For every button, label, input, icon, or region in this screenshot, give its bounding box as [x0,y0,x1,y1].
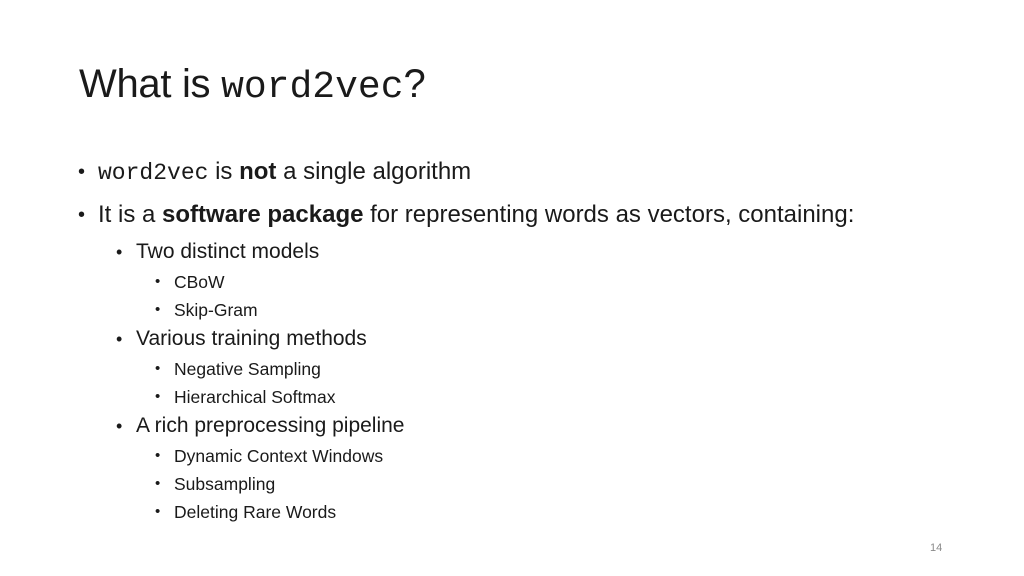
bullet-icon: • [155,447,161,464]
bullet-text: Various training methods [136,327,367,350]
bullet-text: Deleting Rare Words [174,502,337,522]
sub-sub-bullet-item: • Skip-Gram [78,295,854,323]
bullet-icon: • [155,360,161,377]
bullet-icon: • [78,161,86,183]
title-prefix: What is [79,62,222,106]
bullet-list: • word2vec is not a single algorithm • It … [78,150,854,525]
bullet-text: Negative Sampling [174,359,321,379]
bullet-text: It is a [98,201,163,228]
bullet-item: • It is a software package for representi… [78,193,854,236]
bullet-item: • word2vec is not a single algorithm [78,150,854,193]
sub-sub-bullet-item: • Dynamic Context Windows [78,441,854,469]
bullet-text: Dynamic Context Windows [174,446,384,466]
bullet-icon: • [155,503,161,520]
bullet-icon: • [155,273,161,290]
bullet-icon: • [155,301,161,318]
sub-bullet-item: • Various training methods [78,324,854,354]
bullet-text: for representing words as vectors, conta… [363,201,855,228]
bullet-icon: • [78,204,86,226]
bullet-text: Subsampling [174,474,276,494]
bullet-emphasis: software package [162,201,364,228]
bullet-icon: • [155,388,161,405]
page-number: 14 [930,542,943,554]
bullet-code: word2vec [98,160,209,186]
sub-sub-bullet-item: • Negative Sampling [78,354,854,382]
bullet-text: Two distinct models [136,240,320,263]
bullet-icon: • [116,329,123,349]
bullet-text: Hierarchical Softmax [174,387,336,407]
title-suffix: ? [403,62,426,106]
slide-title: What is word2vec? [79,56,426,116]
bullet-icon: • [116,242,123,262]
title-code: word2vec [221,66,404,109]
bullet-text: is [208,158,240,185]
bullet-emphasis: not [239,158,277,185]
bullet-text: CBoW [174,272,225,292]
sub-sub-bullet-item: • Hierarchical Softmax [78,382,854,410]
bullet-icon: • [116,416,123,436]
sub-sub-bullet-item: • Deleting Rare Words [78,497,854,525]
bullet-text: A rich preprocessing pipeline [136,414,405,437]
sub-bullet-item: • A rich preprocessing pipeline [78,411,854,441]
sub-sub-bullet-item: • Subsampling [78,469,854,497]
sub-sub-bullet-item: • CBoW [78,267,854,295]
bullet-text: a single algorithm [276,158,472,185]
bullet-icon: • [155,475,161,492]
sub-bullet-item: • Two distinct models [78,237,854,267]
bullet-text: Skip-Gram [174,300,258,320]
